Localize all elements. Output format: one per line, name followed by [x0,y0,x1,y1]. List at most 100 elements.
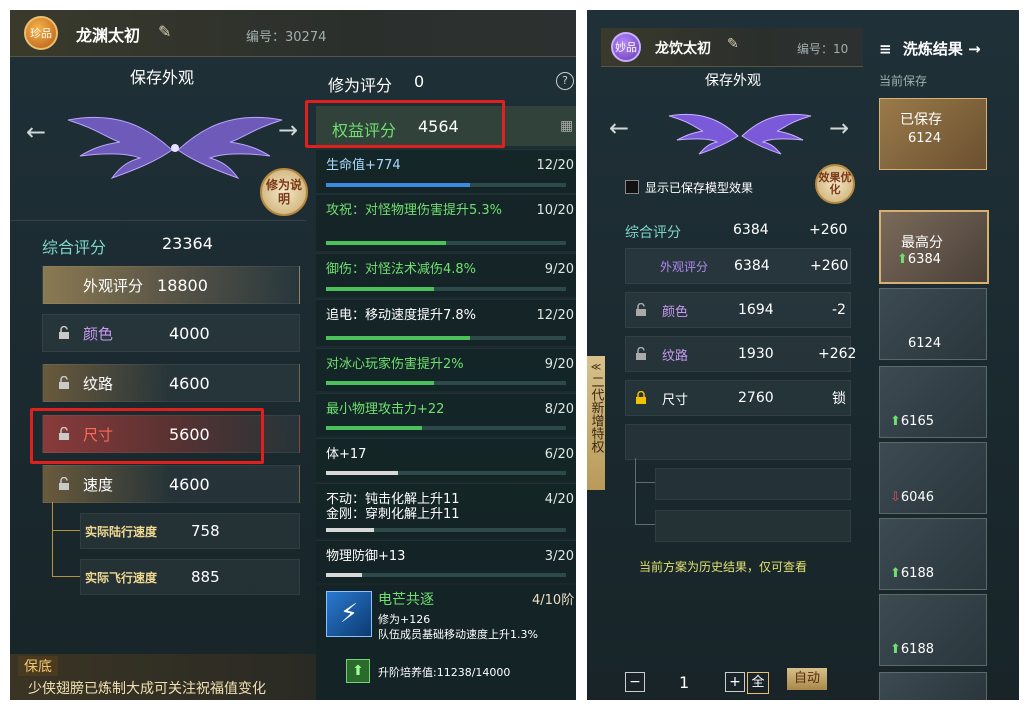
wing-preview-image [668,113,812,155]
land-speed-row: 实际陆行速度 758 [80,513,300,549]
stat-bar-fill [326,183,470,187]
cultivation-score-value: 0 [414,72,425,91]
up-arrow-icon: ⬆ [890,414,901,429]
rename-pencil-icon[interactable]: ✎ [158,22,171,41]
speed-row[interactable]: 速度 4600 [42,465,300,503]
show-saved-label: 显示已保存模型效果 [645,181,754,195]
question-icon[interactable]: ? [556,72,574,90]
pattern-label: 纹路 [662,348,689,364]
lock-icon[interactable] [634,391,648,405]
stat-row: 攻祝：对怪物理伤害提升5.3% 10/20 [316,194,576,251]
rarity-badge: 珍品 [24,16,58,50]
results-title: 洗炼结果 [902,40,963,58]
upgrade-arrow-icon[interactable]: ⬆ [346,659,370,683]
highest-value-wrap: ⬆6384 [897,252,941,267]
pattern-delta: +262 [818,346,857,362]
stat-row: 物理防御+13 3/20 [316,540,576,583]
skill-line2: 队伍成员基础移动速度上升1.3% [378,628,538,641]
qty-minus-button[interactable]: − [625,672,645,692]
current-save-label: 当前保存 [879,74,928,88]
stat-count: 8/20 [544,402,574,417]
next-arrow-icon[interactable]: → [829,114,849,142]
color-label: 颜色 [83,324,114,343]
grid-icon[interactable]: ▦ [560,118,573,134]
pattern-label: 纹路 [83,374,114,393]
pattern-row[interactable]: 纹路 4600 [42,364,300,402]
result-card[interactable]: ⬆6165 [879,366,987,438]
color-row[interactable]: 颜色 4000 [42,314,300,352]
stat-row: 对冰心玩家伤害提升2% 9/20 [316,348,576,391]
appearance-score-value: 18800 [157,275,208,295]
prev-arrow-icon[interactable]: ← [609,114,629,142]
stat-count: 6/20 [544,447,574,462]
stat-bar [326,241,566,245]
stat-text: 对冰心玩家伤害提升2% [326,357,464,372]
composite-score-label: 综合评分 [625,225,681,241]
rename-pencil-icon[interactable]: ✎ [727,36,739,52]
result-value: 6124 [908,336,942,351]
show-saved-checkbox[interactable] [625,180,639,194]
unlock-icon[interactable] [634,347,648,361]
qty-value[interactable]: 1 [679,673,689,692]
result-card-partial[interactable] [879,672,987,700]
results-arrow-icon[interactable]: → [968,40,981,58]
pattern-value: 1930 [738,346,774,362]
stat-bar [326,336,566,340]
stat-text: 生命值+774 [326,158,401,173]
stat-count: 9/20 [544,357,574,372]
stat-bar-fill [326,573,362,577]
pattern-row[interactable]: 纹路 1930 +262 [625,336,856,372]
skill-name: 电芒共逐 [378,592,434,608]
stat-row: 体+17 6/20 [316,438,576,481]
unlock-icon[interactable] [57,376,71,390]
result-card[interactable]: ⇩6046 [879,442,987,514]
prev-arrow-icon[interactable]: ← [26,118,46,146]
result-card[interactable]: 6124 [879,288,987,360]
stat-row: 御伤：对怪法术减伤4.8% 9/20 [316,253,576,297]
stat-bar-fill [326,241,446,245]
speed-label: 速度 [83,475,114,494]
rights-score-highlight [305,100,505,148]
auto-button[interactable]: 自动 [787,668,827,690]
fly-speed-value: 885 [191,568,220,586]
saved-label: 已保存 [900,112,942,128]
unlock-icon[interactable] [634,303,648,317]
tree-line [635,524,655,525]
fly-speed-label: 实际飞行速度 [85,570,158,585]
side-tab[interactable]: ≪ 二代新增特权 [587,356,605,490]
stat-count: 12/20 [536,158,574,173]
all-button[interactable]: 全 [747,672,769,694]
skill-lightning-icon[interactable]: ⚡ [326,591,372,637]
empty-row [625,424,851,460]
cultivate-value: 升阶培养值:11238/14000 [378,666,511,679]
result-card[interactable]: ⬆6188 [879,518,987,590]
save-appearance-title: 保存外观 [705,73,761,89]
stat-bar [326,426,566,430]
unlock-icon[interactable] [57,326,71,340]
tree-line [52,576,80,577]
unlock-icon[interactable] [57,477,71,491]
id-label: 编号：30274 [246,30,327,45]
stat-text: 体+17 [326,447,367,462]
result-card[interactable]: ⬆6188 [879,594,987,666]
stat-bar-fill [326,528,374,532]
size-value: 2760 [738,390,774,406]
stat-count: 12/20 [536,308,574,323]
qty-plus-button[interactable]: + [725,672,745,692]
stat-text: 追电：移动速度提升7.8% [326,308,477,323]
appearance-score-label: 外观评分 [83,276,144,295]
guarantee-text: 少侠翅膀已炼制大成可关注祝福值变化 [28,681,266,697]
highest-label: 最高分 [901,235,943,251]
saved-result-card[interactable]: 已保存 6124 [879,98,987,170]
stat-bar [326,471,566,475]
color-row[interactable]: 颜色 1694 -2 [625,292,851,328]
down-arrow-icon: ⇩ [890,490,901,505]
size-row[interactable]: 尺寸 2760 锁 [625,380,851,416]
tree-line [635,482,655,483]
cultivation-help-button[interactable]: 修为说明 [260,168,308,216]
composite-score-delta: +260 [809,222,848,238]
highest-result-card[interactable]: 最高分 ⬆6384 [879,210,989,284]
effect-optimize-button[interactable]: 效果优化 [815,164,855,204]
side-tab-label: 二代新增特权 [588,375,604,453]
wing-preview-image [67,116,283,180]
